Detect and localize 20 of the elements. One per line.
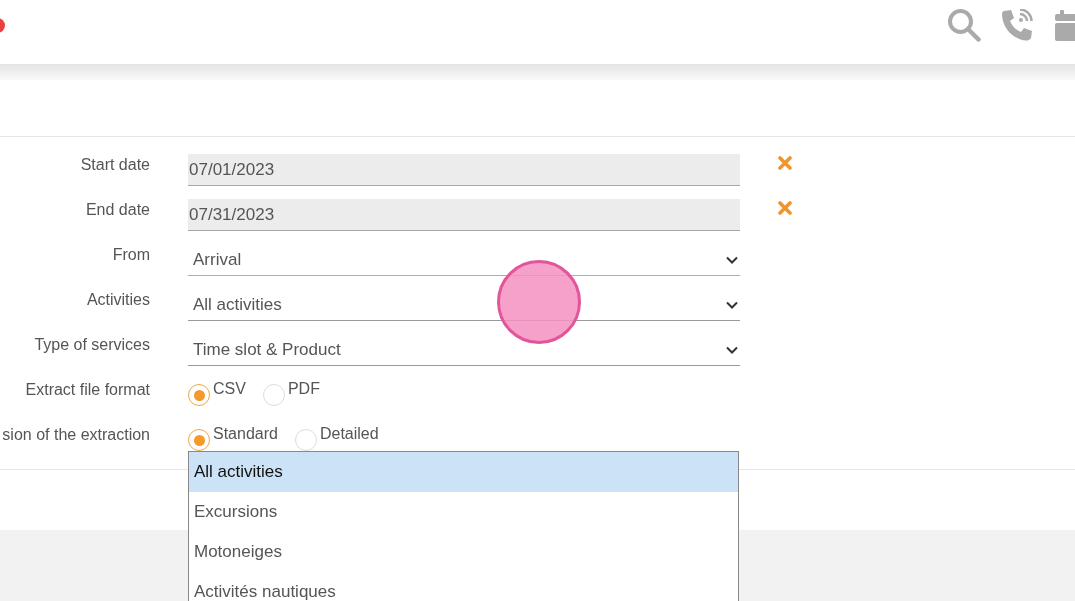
field-label: Extract file format (24, 380, 150, 400)
date-field[interactable]: 07/31/2023 (188, 199, 740, 231)
radio-option[interactable]: PDF (262, 379, 320, 406)
phone-signal-icon[interactable] (1001, 9, 1035, 41)
field-label: sion of the extraction (1, 425, 150, 445)
calendar-icon[interactable] (1055, 9, 1075, 41)
field-label: End date (84, 200, 150, 220)
chevron-down-icon (726, 300, 738, 309)
chevron-down-icon (726, 345, 738, 354)
clear-icon[interactable] (778, 201, 792, 215)
field-label: From (111, 245, 150, 265)
radio-option[interactable]: CSV (188, 379, 246, 406)
field-label: Type of services (33, 335, 150, 355)
date-field[interactable]: 07/01/2023 (188, 154, 740, 186)
clear-icon[interactable] (778, 156, 792, 170)
field-label: Start date (79, 155, 150, 175)
chevron-down-icon (726, 255, 738, 264)
field-label: Activities (85, 290, 150, 310)
dropdown-option[interactable]: All activities (189, 452, 738, 492)
search-icon[interactable] (947, 8, 981, 42)
